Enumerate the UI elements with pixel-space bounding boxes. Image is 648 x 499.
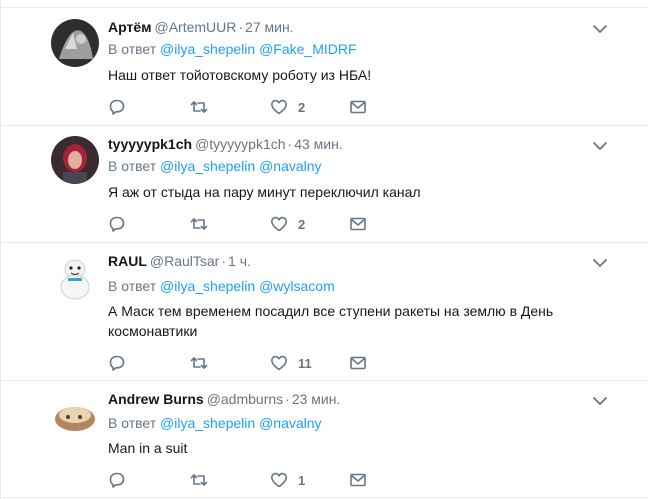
avatar-image	[51, 393, 99, 441]
tweet-item[interactable]: Артём @ArtemUUR · 27 мин. В ответ @ilya_she…	[1, 9, 648, 126]
reply-context: В ответ @ilya_shepelin @Fake_MIDRF	[108, 39, 357, 59]
author-fullname[interactable]: tyyyyypk1ch	[108, 136, 192, 152]
reply-context: В ответ @ilya_shepelin @navalny	[108, 156, 322, 176]
like-button[interactable]: 11	[270, 353, 312, 373]
reply-prefix: В ответ	[108, 158, 157, 174]
tweet-timestamp[interactable]: 43 мин.	[294, 136, 343, 152]
reply-button[interactable]	[108, 353, 136, 373]
reply-feed: Артём @ArtemUUR · 27 мин. В ответ @ilya_she…	[0, 0, 648, 499]
author-username[interactable]: @tyyyyypk1ch	[195, 136, 285, 152]
mention-link[interactable]: @ilya_shepelin	[160, 278, 255, 294]
envelope-icon	[350, 217, 366, 231]
reply-icon	[109, 99, 125, 115]
tweet-header: RAUL @RaulTsar · 1 ч.	[108, 251, 251, 271]
avatar-image	[51, 19, 99, 67]
reply-button[interactable]	[108, 470, 136, 490]
heart-icon	[271, 355, 287, 371]
avatar[interactable]	[51, 393, 99, 441]
avatar[interactable]	[51, 19, 99, 67]
retweet-button[interactable]	[190, 97, 218, 117]
retweet-button[interactable]	[190, 214, 218, 234]
reply-icon	[109, 472, 125, 488]
heart-icon	[271, 99, 287, 115]
author-username[interactable]: @RaulTsar	[150, 253, 219, 269]
direct-message-button[interactable]	[349, 97, 367, 117]
tweet-header: Артём @ArtemUUR · 27 мин.	[108, 17, 294, 37]
heart-icon	[271, 472, 287, 488]
retweet-icon	[190, 218, 208, 230]
tweet-header: tyyyyypk1ch @tyyyyypk1ch · 43 мин.	[108, 134, 343, 154]
tweet-text: А Маск тем временем посадил все ступени …	[108, 303, 554, 339]
tweet-timestamp[interactable]: 23 мин.	[292, 391, 341, 407]
chevron-down-icon[interactable]	[592, 393, 608, 409]
separator-dot: ·	[238, 19, 244, 35]
reply-context: В ответ @ilya_shepelin @wylsacom	[108, 276, 335, 296]
like-count: 11	[298, 355, 312, 371]
tweet-text: Man in a suit	[108, 440, 188, 456]
mention-link[interactable]: @Fake_MIDRF	[259, 41, 356, 57]
avatar[interactable]	[51, 136, 99, 184]
mention-link[interactable]: @wylsacom	[259, 278, 335, 294]
direct-message-button[interactable]	[349, 470, 367, 490]
envelope-icon	[350, 473, 366, 487]
mention-link[interactable]: @ilya_shepelin	[160, 158, 255, 174]
direct-message-button[interactable]	[349, 214, 367, 234]
direct-message-button[interactable]	[349, 353, 367, 373]
author-fullname[interactable]: Andrew Burns	[108, 391, 204, 407]
chevron-down-icon[interactable]	[592, 21, 608, 37]
like-button[interactable]: 2	[270, 214, 305, 234]
separator-dot: ·	[285, 391, 290, 407]
reply-prefix: В ответ	[108, 278, 157, 294]
envelope-icon	[350, 356, 366, 370]
separator-dot: ·	[287, 136, 293, 152]
reply-prefix: В ответ	[108, 415, 157, 431]
author-fullname[interactable]: RAUL	[108, 253, 147, 269]
author-username[interactable]: @admburns	[207, 391, 283, 407]
like-count: 2	[298, 216, 306, 232]
like-button[interactable]: 1	[270, 470, 305, 490]
chevron-down-icon[interactable]	[592, 255, 608, 271]
mention-link[interactable]: @ilya_shepelin	[160, 41, 255, 57]
separator-dot: ·	[221, 253, 227, 269]
tweet-item[interactable]: tyyyyypk1ch @tyyyyypk1ch · 43 мин. В ответ …	[1, 126, 648, 243]
reply-icon	[109, 216, 125, 232]
avatar-image	[51, 136, 99, 184]
retweet-icon	[190, 474, 208, 486]
heart-icon	[271, 216, 287, 232]
retweet-icon	[190, 357, 208, 369]
like-button[interactable]: 2	[270, 97, 305, 117]
mention-link[interactable]: @ilya_shepelin	[160, 415, 255, 431]
author-fullname[interactable]: Артём	[108, 19, 151, 35]
tweet-text: Я аж от стыда на пару минут переключил к…	[108, 184, 421, 200]
reply-icon	[109, 355, 125, 371]
reply-button[interactable]	[108, 214, 136, 234]
tweet-header: Andrew Burns @admburns · 23 мин.	[108, 389, 340, 409]
feed-top-divider	[1, 0, 648, 8]
tweet-timestamp[interactable]: 1 ч.	[228, 253, 251, 269]
chevron-down-icon[interactable]	[592, 138, 608, 154]
avatar[interactable]	[51, 253, 99, 301]
tweet-item[interactable]: Andrew Burns @admburns · 23 мин. В ответ @i…	[1, 381, 648, 498]
retweet-button[interactable]	[190, 470, 218, 490]
mention-link[interactable]: @navalny	[259, 415, 321, 431]
like-count: 1	[298, 472, 306, 488]
reply-prefix: В ответ	[108, 41, 157, 57]
envelope-icon	[350, 100, 366, 114]
tweet-text: Наш ответ тойотовскому роботу из НБА!	[108, 67, 372, 83]
tweet-item[interactable]: RAUL @RaulTsar · 1 ч. В ответ @ilya_shepeli…	[1, 243, 648, 381]
retweet-button[interactable]	[190, 353, 218, 373]
retweet-icon	[190, 101, 208, 113]
author-username[interactable]: @ArtemUUR	[154, 19, 236, 35]
reply-context: В ответ @ilya_shepelin @navalny	[108, 413, 322, 433]
avatar-image	[51, 253, 99, 301]
like-count: 2	[298, 99, 306, 115]
mention-link[interactable]: @navalny	[259, 158, 321, 174]
reply-button[interactable]	[108, 97, 136, 117]
tweet-timestamp[interactable]: 27 мин.	[245, 19, 294, 35]
